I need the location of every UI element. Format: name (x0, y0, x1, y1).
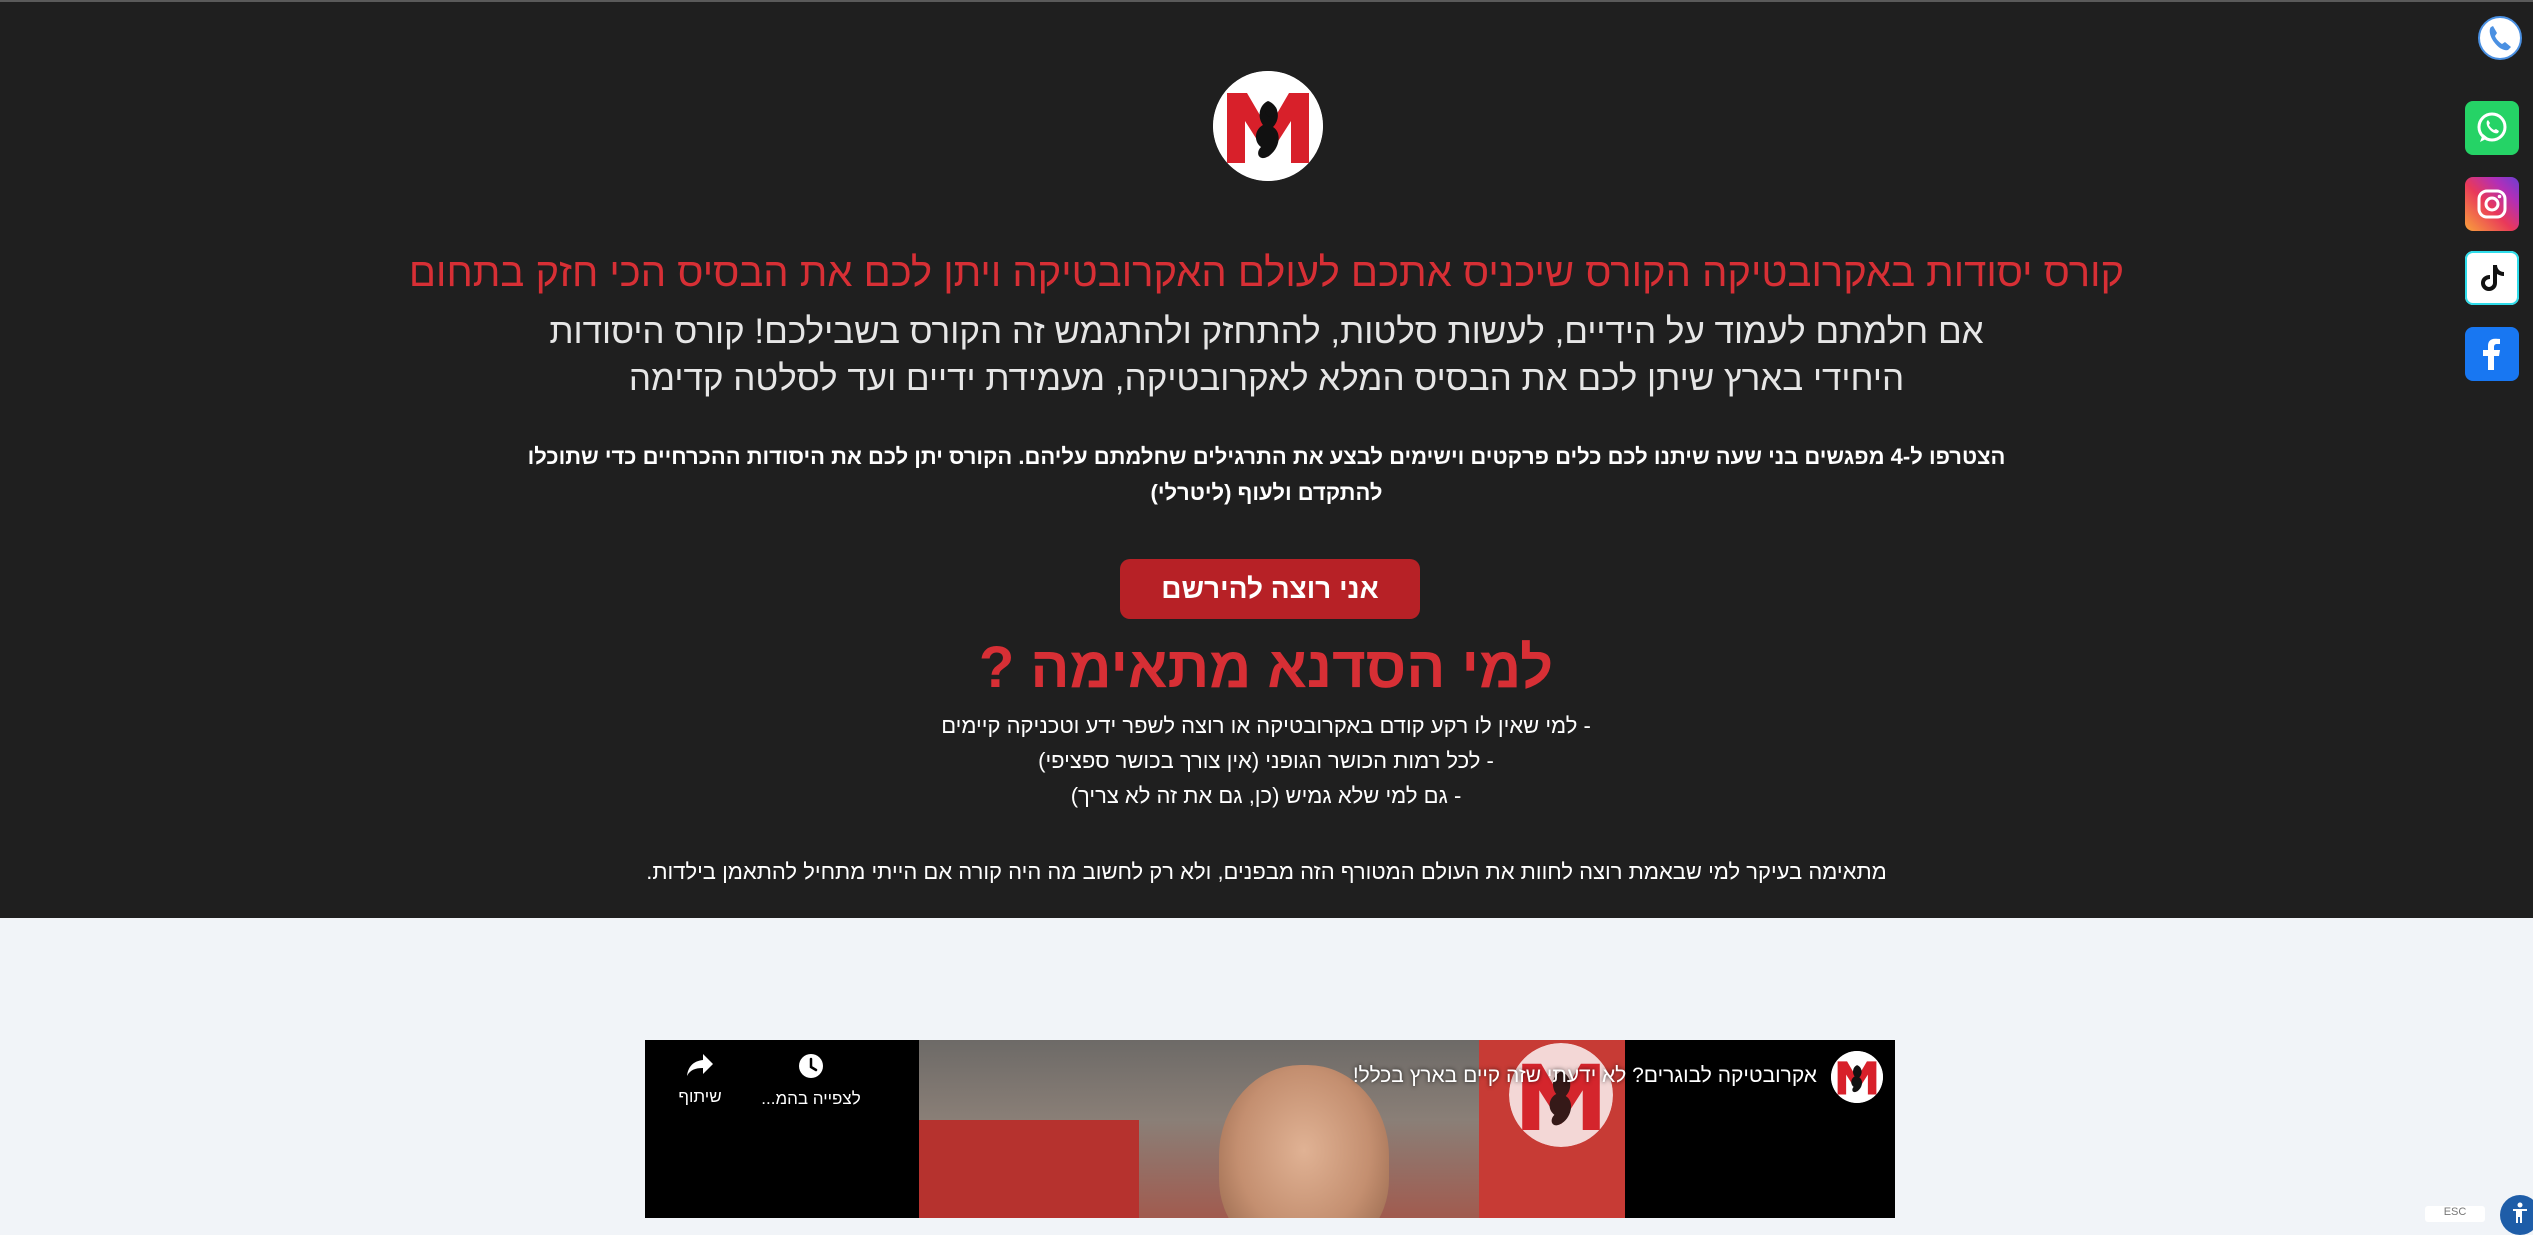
accessibility-button[interactable] (2500, 1195, 2533, 1235)
audience-summary: מתאימה בעיקר למי שבאמת רוצה לחוות את העו… (646, 859, 1887, 884)
facebook-link[interactable] (2465, 327, 2519, 381)
whatsapp-icon (2477, 112, 2507, 142)
channel-avatar[interactable] (1831, 1051, 1883, 1103)
clock-icon (799, 1054, 823, 1078)
thumbnail-flag-left (919, 1120, 1139, 1218)
instagram-link[interactable] (2465, 177, 2519, 231)
embedded-video-player[interactable]: אקרובטיקה לבוגרים? לא ידעתי שזה קיים באר… (645, 1040, 1895, 1218)
watch-later-button[interactable]: לצפייה בהמ... (751, 1052, 871, 1109)
instagram-icon (2477, 189, 2507, 219)
audience-item: - גם למי שלא גמיש (כן, גם את זה לא צריך) (1070, 783, 1462, 808)
course-subheadline: אם חלמתם לעמוד על הידיים, לעשות סלטות, ל… (549, 312, 1984, 398)
video-share-button[interactable]: שיתוף (645, 1052, 755, 1107)
audience-list: - למי שאין לו רקע קודם באקרובטיקה או רוצ… (766, 708, 1766, 813)
tiktok-icon (2481, 265, 2504, 291)
whatsapp-link[interactable] (2465, 101, 2519, 155)
share-icon (687, 1054, 713, 1076)
register-button[interactable]: אני רוצה להירשם (1120, 559, 1420, 619)
facebook-icon (2483, 338, 2500, 370)
phone-icon (2478, 16, 2522, 60)
accessibility-esc-hint: ESC (2425, 1206, 2485, 1222)
course-headline: קורס יסודות באקרובטיקה הקורס שיכניס אתכם… (408, 251, 2125, 295)
audience-title: למי הסדנא מתאימה ? (978, 635, 1554, 700)
audience-item: - לכל רמות הכושר הגופני (אין צורך בכושר … (1038, 748, 1494, 773)
share-label: שיתוף (678, 1087, 722, 1106)
course-description: הצטרפו ל-4 מפגשים בני שעה שיתנו לכם כלים… (527, 444, 2006, 505)
logo-emblem (1213, 71, 1323, 181)
phone-link[interactable] (2477, 15, 2523, 61)
audience-item: - למי שאין לו רקע קודם באקרובטיקה או רוצ… (941, 713, 1591, 738)
site-logo[interactable] (1213, 71, 1323, 181)
hero-section: קורס יסודות באקרובטיקה הקורס שיכניס אתכם… (0, 2, 2533, 918)
thumbnail-watermark-logo (1509, 1043, 1613, 1147)
tiktok-link[interactable] (2465, 251, 2519, 305)
accessibility-icon (2513, 1202, 2527, 1223)
watch-later-label: לצפייה בהמ... (761, 1089, 861, 1108)
video-title[interactable]: אקרובטיקה לבוגרים? לא ידעתי שזה קיים באר… (1117, 1064, 1817, 1088)
